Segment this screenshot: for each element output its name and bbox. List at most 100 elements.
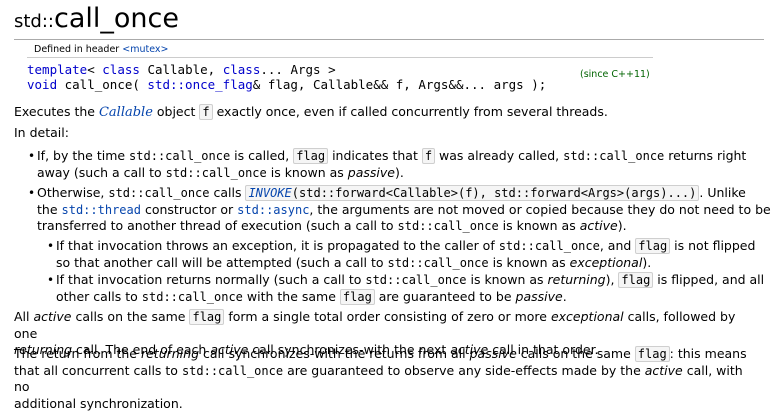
term-active: active bbox=[33, 309, 72, 324]
code-flag: flag bbox=[634, 346, 670, 362]
paragraph-in-detail: In detail: bbox=[14, 125, 762, 142]
bullet-icon: • bbox=[47, 273, 55, 287]
term-passive: passive bbox=[515, 288, 563, 304]
list-item: • If that invocation throws an exception… bbox=[47, 238, 772, 271]
declaration-box: template< class Callable, class... Args … bbox=[27, 57, 653, 93]
text: . Unlike bbox=[699, 185, 746, 200]
since-badge: (since C++11) bbox=[580, 69, 650, 80]
code-text: < bbox=[87, 62, 103, 77]
kw-class: class bbox=[222, 62, 261, 77]
text: is known as bbox=[498, 218, 580, 233]
once-flag-link[interactable]: std::once_flag bbox=[147, 77, 252, 92]
term-exceptional: exceptional bbox=[550, 309, 624, 324]
text: , the arguments are not moved or copied … bbox=[309, 201, 771, 217]
kw-class: class bbox=[102, 62, 140, 77]
code-flag: flag bbox=[618, 272, 654, 288]
code-call-once: std::call_once bbox=[397, 219, 499, 233]
text: additional synchronization. bbox=[14, 395, 183, 411]
declaration-block: Defined in header <mutex> template< clas… bbox=[27, 43, 653, 93]
text: If, by the time bbox=[37, 148, 130, 163]
code-call-once: std::call_once bbox=[108, 186, 210, 200]
term-passive: passive bbox=[469, 346, 517, 361]
code-flag: flag bbox=[189, 309, 225, 325]
text: call synchronizes-with the returns from … bbox=[199, 346, 470, 361]
page-title: std::call_once bbox=[14, 5, 179, 32]
callable-link[interactable]: Callable bbox=[99, 105, 153, 120]
text: ). bbox=[642, 254, 652, 270]
text: is known as bbox=[488, 254, 570, 270]
code-flag: flag bbox=[635, 238, 671, 254]
text: exactly once, even if called concurrentl… bbox=[212, 104, 608, 119]
title-name: call_once bbox=[54, 3, 179, 34]
text: The return from the bbox=[14, 346, 141, 361]
kw-void: void bbox=[27, 77, 58, 92]
paragraph-synchronization: The return from the returning call synch… bbox=[14, 346, 762, 412]
text: is called, bbox=[230, 148, 294, 163]
text: form a single total order consisting of … bbox=[224, 309, 551, 324]
text: indicates that bbox=[328, 148, 422, 163]
list-item: • If that invocation returns normally (s… bbox=[47, 272, 772, 305]
term-active: active bbox=[644, 362, 683, 378]
bullet-icon: • bbox=[28, 149, 36, 163]
text: are guaranteed to observe any side-effec… bbox=[283, 362, 645, 378]
code-call-once: std::call_once bbox=[165, 165, 267, 180]
text: object bbox=[152, 104, 200, 119]
title-namespace: std:: bbox=[14, 11, 54, 32]
code-call-once: std::call_once bbox=[365, 273, 467, 287]
list-item: • Otherwise, std::call_once calls INVOKE… bbox=[28, 185, 772, 235]
text: is flipped, and all bbox=[653, 272, 765, 287]
term-exceptional: exceptional bbox=[569, 254, 643, 270]
std-thread-link[interactable]: std::thread bbox=[62, 203, 141, 217]
text: is known as bbox=[466, 272, 548, 287]
header-link[interactable]: <mutex> bbox=[122, 44, 168, 55]
text: ). bbox=[617, 218, 627, 233]
std-async-link[interactable]: std::async bbox=[237, 203, 309, 217]
text: If that invocation throws an exception, … bbox=[56, 238, 499, 253]
invoke-link[interactable]: INVOKE bbox=[248, 186, 291, 200]
code-text: ... Args > bbox=[260, 62, 336, 77]
code-text: Callable, bbox=[139, 62, 223, 77]
text: All bbox=[14, 309, 34, 324]
text: are guaranteed to be bbox=[374, 288, 516, 304]
bullet-icon: • bbox=[28, 186, 36, 200]
text: Otherwise, bbox=[37, 185, 109, 200]
text: constructor or bbox=[140, 201, 238, 217]
code-f: f bbox=[199, 104, 213, 120]
invoke-args: (std::forward<Callable>(f), std::forward… bbox=[291, 186, 697, 200]
text: . bbox=[562, 288, 567, 304]
text: transferred to another thread of executi… bbox=[37, 218, 398, 233]
text: so that another call will be attempted (… bbox=[56, 254, 388, 270]
list-item: • If, by the time std::call_once is call… bbox=[28, 148, 772, 181]
text: is not flipped bbox=[670, 238, 756, 253]
text: with the same bbox=[242, 288, 340, 304]
code-call-once: std::call_once bbox=[181, 363, 284, 378]
bullet-icon: • bbox=[47, 239, 55, 253]
code-flag: flag bbox=[339, 288, 375, 305]
code-call-once: std::call_once bbox=[563, 149, 665, 163]
text: calls on the same bbox=[516, 346, 635, 361]
text: returns right bbox=[664, 148, 747, 163]
declaration-code: template< class Callable, class... Args … bbox=[27, 62, 546, 92]
text: the bbox=[37, 201, 62, 217]
code-call-once: std::call_once bbox=[141, 289, 243, 304]
text: away (such a call to bbox=[37, 164, 166, 180]
term-returning: returning bbox=[547, 272, 606, 287]
code-f: f bbox=[421, 148, 436, 164]
code-call-once: std::call_once bbox=[498, 239, 600, 253]
title-divider bbox=[14, 39, 764, 40]
code-flag: flag bbox=[293, 148, 329, 164]
defined-in-label: Defined in header bbox=[34, 44, 120, 55]
text: If that invocation returns normally (suc… bbox=[56, 272, 366, 287]
text: is known as bbox=[266, 164, 348, 180]
term-active: active bbox=[579, 218, 618, 233]
in-detail-text: In detail: bbox=[14, 125, 69, 140]
text: was already called, bbox=[435, 148, 564, 163]
term-passive: passive bbox=[347, 164, 395, 180]
text: Executes the bbox=[14, 104, 99, 119]
text: ). bbox=[394, 164, 404, 180]
text: , and bbox=[599, 238, 636, 253]
invoke-expression: INVOKE(std::forward<Callable>(f), std::f… bbox=[245, 185, 700, 201]
code-text: & flag, Callable&& f, Args&&... args ); bbox=[252, 77, 547, 92]
kw-template: template bbox=[27, 62, 88, 77]
code-text: call_once( bbox=[57, 77, 148, 92]
